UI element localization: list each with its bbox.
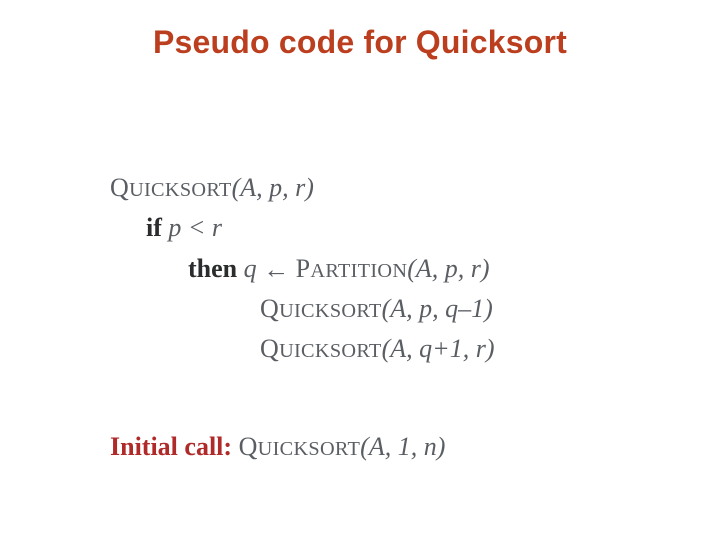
line-proc-header: QUICKSORT(A, p, r) (110, 168, 494, 208)
left-arrow-icon: ← (263, 250, 289, 290)
condition: p < r (168, 213, 222, 242)
kw-then: then (188, 254, 237, 283)
proc-name-quicksort-4: QUICKSORT (239, 432, 361, 461)
proc-name-quicksort-2: QUICKSORT (260, 294, 382, 323)
args-a1n: (A, 1, n) (360, 432, 445, 461)
args-apr: (A, p, r) (232, 173, 314, 202)
pseudocode-block: QUICKSORT(A, p, r) if p < r then q ← PAR… (110, 168, 494, 369)
initial-call-label: Initial call: (110, 432, 232, 461)
line-if: if p < r (110, 208, 494, 248)
line-then-partition: then q ← PARTITION(A, p, r) (110, 249, 494, 289)
kw-if: if (146, 213, 162, 242)
args-apq1: (A, p, q–1) (382, 294, 493, 323)
proc-name-partition: PARTITION (296, 254, 408, 283)
args-apr-2: (A, p, r) (407, 254, 489, 283)
proc-name-quicksort-3: QUICKSORT (260, 334, 382, 363)
slide: Pseudo code for Quicksort QUICKSORT(A, p… (0, 0, 720, 540)
args-aq1r: (A, q+1, r) (382, 334, 495, 363)
proc-name-quicksort: QUICKSORT (110, 173, 232, 202)
line-rec-call-1: QUICKSORT(A, p, q–1) (110, 289, 494, 329)
initial-call-line: Initial call: QUICKSORT(A, 1, n) (110, 432, 445, 462)
assign-lhs: q (244, 254, 257, 283)
line-rec-call-2: QUICKSORT(A, q+1, r) (110, 329, 494, 369)
slide-title: Pseudo code for Quicksort (0, 0, 720, 61)
